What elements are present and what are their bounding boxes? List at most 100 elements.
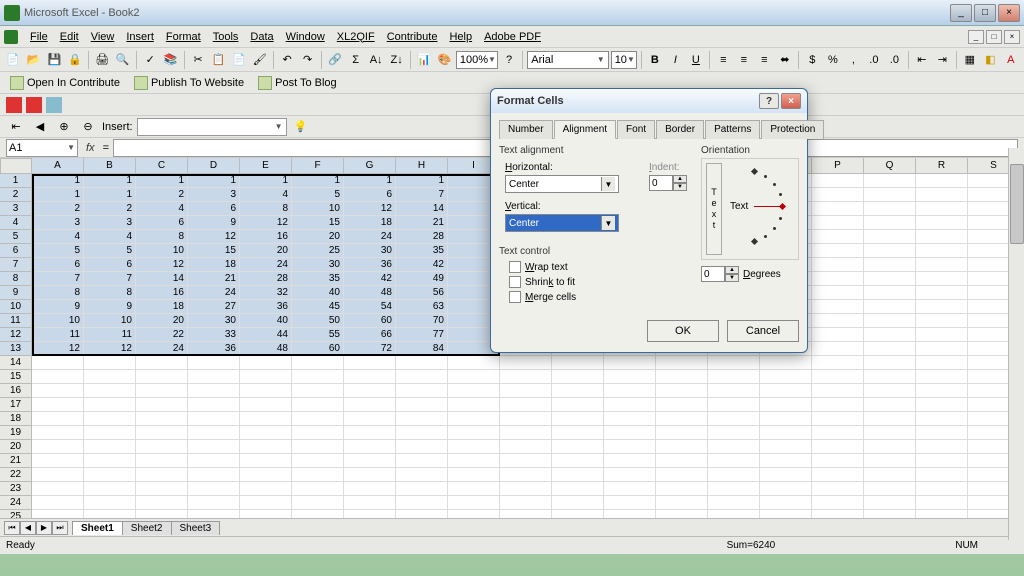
cell[interactable] (864, 412, 916, 426)
cell[interactable] (188, 468, 240, 482)
cell[interactable] (396, 468, 448, 482)
tab-nav-first[interactable]: ⏮ (4, 521, 20, 535)
cell[interactable]: 40 (240, 314, 292, 328)
orientation-dial[interactable]: Text (726, 163, 794, 255)
cell[interactable] (396, 496, 448, 510)
cell[interactable]: 3 (84, 216, 136, 230)
spelling-button[interactable]: ✓ (141, 50, 160, 70)
align-center-button[interactable]: ≡ (735, 50, 754, 70)
cell[interactable] (708, 370, 760, 384)
tab-font[interactable]: Font (617, 120, 655, 139)
pdf-review-icon[interactable] (46, 97, 62, 113)
row-header-15[interactable]: 15 (0, 370, 32, 384)
post-to-blog-button[interactable]: Post To Blog (254, 75, 341, 91)
undo-button[interactable]: ↶ (278, 50, 297, 70)
cell[interactable]: 2 (136, 188, 188, 202)
cell[interactable] (916, 468, 968, 482)
cell[interactable] (500, 454, 552, 468)
cell[interactable] (760, 454, 812, 468)
cell[interactable] (188, 496, 240, 510)
cell[interactable] (188, 356, 240, 370)
cell[interactable] (344, 454, 396, 468)
fx-label[interactable]: fx (86, 142, 95, 154)
col-header-B[interactable]: B (84, 158, 136, 174)
cell[interactable] (448, 496, 500, 510)
horizontal-combo[interactable]: Center▼ (505, 175, 619, 193)
cell[interactable]: 16 (136, 286, 188, 300)
name-box[interactable]: A1▼ (6, 139, 78, 157)
cell[interactable] (812, 468, 864, 482)
cell[interactable] (864, 370, 916, 384)
cell[interactable]: 42 (344, 272, 396, 286)
mdi-minimize[interactable]: _ (968, 30, 984, 44)
cell[interactable]: 10 (136, 244, 188, 258)
tab-patterns[interactable]: Patterns (705, 120, 760, 139)
cell[interactable]: 9 (188, 216, 240, 230)
cell[interactable]: 36 (344, 258, 396, 272)
cell[interactable] (708, 468, 760, 482)
cell[interactable]: 21 (396, 216, 448, 230)
cell[interactable] (552, 398, 604, 412)
minimize-button[interactable]: _ (950, 4, 972, 22)
cell[interactable] (292, 384, 344, 398)
pdf-create-icon[interactable] (6, 97, 22, 113)
cell[interactable]: 42 (396, 258, 448, 272)
cell[interactable]: 55 (292, 328, 344, 342)
cell[interactable] (344, 468, 396, 482)
tab-nav-last[interactable]: ⏭ (52, 521, 68, 535)
cell[interactable]: 70 (396, 314, 448, 328)
cell[interactable] (84, 454, 136, 468)
cell[interactable]: 5 (32, 244, 84, 258)
cell[interactable]: 18 (344, 216, 396, 230)
sheet-tab-3[interactable]: Sheet3 (171, 521, 221, 535)
cell[interactable] (812, 440, 864, 454)
sort-asc-button[interactable]: A↓ (367, 50, 386, 70)
cell[interactable] (32, 356, 84, 370)
cell[interactable] (292, 356, 344, 370)
cell[interactable] (656, 426, 708, 440)
row-header-1[interactable]: 1 (0, 174, 32, 188)
permission-button[interactable]: 🔒 (66, 50, 85, 70)
row-header-4[interactable]: 4 (0, 216, 32, 230)
cell[interactable] (552, 370, 604, 384)
cell[interactable] (344, 370, 396, 384)
cell[interactable] (916, 482, 968, 496)
cell[interactable]: 30 (292, 258, 344, 272)
wrap-text-checkbox[interactable]: Wrap text (509, 261, 693, 273)
cell[interactable] (84, 426, 136, 440)
cell[interactable] (656, 496, 708, 510)
cell[interactable] (292, 426, 344, 440)
cell[interactable]: 20 (240, 244, 292, 258)
decrease-indent-button[interactable]: ⇤ (913, 50, 932, 70)
cell[interactable]: 10 (84, 314, 136, 328)
cell[interactable] (864, 244, 916, 258)
hyperlink-button[interactable]: 🔗 (326, 50, 345, 70)
cell[interactable] (292, 468, 344, 482)
sheet-tab-1[interactable]: Sheet1 (72, 521, 123, 535)
cell[interactable] (552, 482, 604, 496)
cell[interactable]: 35 (292, 272, 344, 286)
cell[interactable] (188, 412, 240, 426)
open-button[interactable]: 📂 (25, 50, 44, 70)
cell[interactable] (136, 482, 188, 496)
cell[interactable] (500, 426, 552, 440)
cell[interactable] (864, 454, 916, 468)
cell[interactable] (396, 440, 448, 454)
menu-window[interactable]: Window (280, 29, 331, 45)
merge-center-button[interactable]: ⬌ (776, 50, 795, 70)
cell[interactable] (864, 342, 916, 356)
row-header-22[interactable]: 22 (0, 468, 32, 482)
cell[interactable]: 1 (344, 174, 396, 188)
row-header-8[interactable]: 8 (0, 272, 32, 286)
cell[interactable] (292, 412, 344, 426)
cell[interactable] (396, 482, 448, 496)
insert-nav-first[interactable]: ⇤ (6, 117, 26, 137)
cell[interactable] (812, 328, 864, 342)
cell[interactable]: 1 (32, 174, 84, 188)
cell[interactable] (344, 398, 396, 412)
bold-button[interactable]: B (646, 50, 665, 70)
shrink-to-fit-checkbox[interactable]: Shrink to fit (509, 276, 693, 288)
currency-button[interactable]: $ (803, 50, 822, 70)
cell[interactable] (708, 356, 760, 370)
cell[interactable] (864, 468, 916, 482)
